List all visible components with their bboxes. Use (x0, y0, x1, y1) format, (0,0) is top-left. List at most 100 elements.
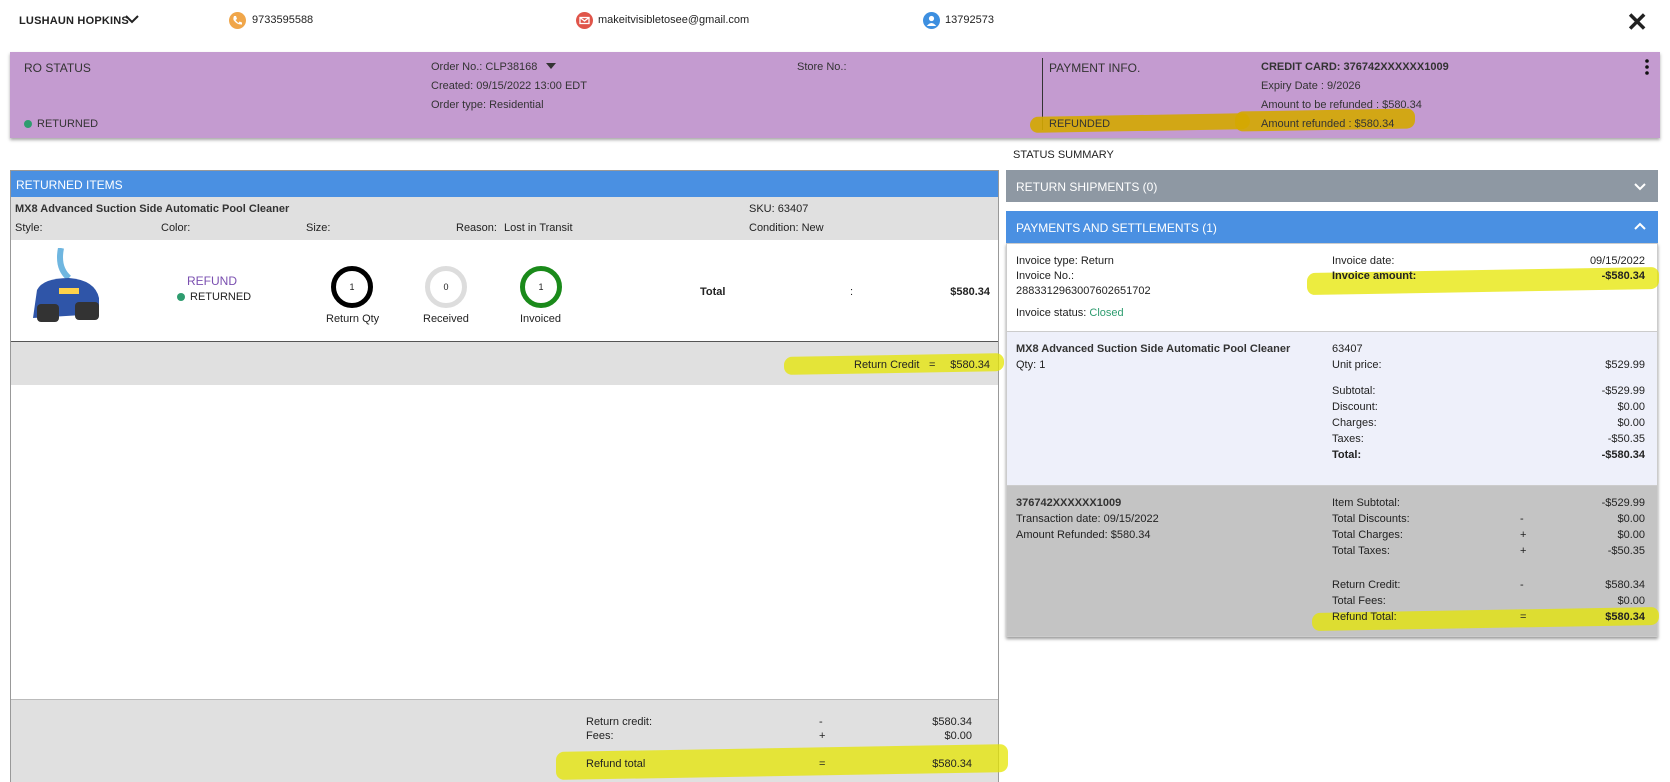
total-charges-op: + (1520, 529, 1527, 541)
charges-value: $0.00 (1617, 417, 1645, 429)
reason: Reason: Lost in Transit (456, 222, 573, 234)
refund-status: RETURNED (177, 291, 251, 303)
invoice-no-value: 2883312963007602651702 (1016, 285, 1151, 297)
taxes-value: -$50.35 (1607, 433, 1645, 445)
customer-name: LUSHAUN HOPKINS (19, 15, 129, 27)
chevron-down-icon[interactable] (1634, 180, 1646, 192)
taxes-label: Taxes: (1332, 433, 1364, 445)
total-value: $580.34 (950, 286, 990, 298)
invoice-item-sku: 63407 (1332, 343, 1363, 355)
invoice-item-qty: Qty: 1 (1016, 359, 1045, 371)
refund-total-value: $580.34 (1605, 611, 1645, 623)
footer-refund-total-label: Refund total (586, 758, 646, 770)
footer-refund-total-value: $580.34 (932, 758, 972, 770)
invoice-status: Invoice status: Closed (1016, 307, 1124, 319)
item-sku: SKU: 63407 (749, 203, 808, 215)
phone-number[interactable]: 9733595588 (252, 14, 313, 26)
color-label: Color: (161, 222, 191, 234)
order-no-value[interactable]: CLP38168 (485, 61, 537, 73)
return-qty-label: Return Qty (326, 313, 380, 325)
email-icon (576, 12, 593, 29)
invoice-status-label: Invoice status: (1016, 307, 1087, 319)
return-credit-row: Return Credit = $580.34 (11, 342, 1004, 385)
expiry-date: Expiry Date : 9/2026 (1261, 80, 1361, 92)
unit-price-value: $529.99 (1605, 359, 1645, 371)
trans-return-credit-value: $580.34 (1605, 579, 1645, 591)
email-address[interactable]: makeitvisibletosee@gmail.com (598, 14, 749, 26)
condition: Condition: New (749, 222, 824, 234)
invoice-item-section: MX8 Advanced Suction Side Automatic Pool… (1007, 332, 1657, 486)
close-icon[interactable]: ✕ (1626, 9, 1648, 35)
received-label: Received (423, 313, 469, 325)
trans-return-credit-op: - (1520, 579, 1524, 591)
qty-value: 1 (1039, 359, 1046, 371)
transaction-card: 376742XXXXXX1009 (1016, 497, 1122, 509)
discount-value: $0.00 (1617, 401, 1645, 413)
phone-icon (229, 12, 246, 29)
payment-info-title: PAYMENT INFO. (1049, 61, 1141, 75)
sku-value: 63407 (777, 203, 809, 215)
payments-settlements-accordion[interactable]: PAYMENTS AND SETTLEMENTS (1) (1006, 211, 1658, 243)
invoiced-ring: 1 (520, 266, 562, 308)
payments-settlements-title: PAYMENTS AND SETTLEMENTS (1) (1016, 221, 1217, 235)
invoice-type-value: Return (1080, 255, 1114, 267)
order-type-label: Order type: (431, 99, 487, 111)
subtotal-value: -$529.99 (1601, 385, 1645, 397)
return-qty-ring: 1 (331, 266, 373, 308)
refund-label: REFUND (187, 274, 237, 288)
invoice-amount-label: Invoice amount: (1332, 270, 1417, 282)
footer-return-credit-op: - (819, 716, 823, 728)
invoice-no-label: Invoice No.: (1016, 270, 1075, 282)
footer-fees-op: + (819, 730, 826, 742)
user-icon (923, 12, 940, 29)
invoice-date-label: Invoice date: (1332, 255, 1395, 267)
invoice-amount-value: -$580.34 (1601, 270, 1645, 282)
ro-status-value: RETURNED (24, 118, 98, 130)
total-colon: : (850, 286, 854, 298)
status-summary-panel: RETURN SHIPMENTS (0) PAYMENTS AND SETTLE… (1006, 170, 1659, 637)
return-credit-value: $580.34 (950, 359, 990, 371)
invoice-status-value: Closed (1089, 307, 1124, 319)
return-credit-eq: = (929, 359, 936, 371)
chevron-up-icon[interactable] (1634, 221, 1646, 233)
return-shipments-title: RETURN SHIPMENTS (0) (1016, 180, 1158, 194)
total-taxes-label: Total Taxes: (1332, 545, 1390, 557)
chevron-down-icon[interactable] (124, 11, 140, 27)
reason-value: Lost in Transit (504, 222, 573, 234)
footer-return-credit-value: $580.34 (932, 716, 972, 728)
order-dropdown-icon[interactable] (546, 62, 557, 70)
store-number: Store No.: (797, 61, 847, 73)
charges-label: Charges: (1332, 417, 1377, 429)
item-total-label: Total: (1332, 449, 1362, 461)
item-subtotal-label: Item Subtotal: (1332, 497, 1400, 509)
item-product-name: MX8 Advanced Suction Side Automatic Pool… (15, 203, 290, 215)
total-taxes-value: -$50.35 (1607, 545, 1645, 557)
footer-fees-value: $0.00 (944, 730, 972, 742)
amount-refunded: Amount refunded : $580.34 (1261, 118, 1395, 130)
order-no-label: Order No.: (431, 61, 483, 73)
status-summary-label: STATUS SUMMARY (1013, 149, 1114, 161)
invoice-date-value: 09/15/2022 (1589, 255, 1645, 267)
total-discounts-op: - (1520, 513, 1524, 525)
received-ring: 0 (425, 266, 467, 308)
refund-total-op: = (1520, 611, 1527, 623)
top-bar: LUSHAUN HOPKINS 9733595588 makeitvisible… (0, 0, 1670, 44)
transaction-section: 376742XXXXXX1009 Transaction date: 09/15… (1007, 486, 1659, 636)
total-discounts-value: $0.00 (1617, 513, 1645, 525)
discount-label: Discount: (1332, 401, 1378, 413)
ro-status-title: RO STATUS (24, 61, 91, 75)
sku-label: SKU: (749, 203, 775, 215)
invoice-section: Invoice type: Return Invoice No.: 288331… (1007, 244, 1659, 332)
subtotal-label: Subtotal: (1332, 385, 1376, 397)
account-id[interactable]: 13792573 (945, 14, 994, 26)
total-charges-value: $0.00 (1617, 529, 1645, 541)
returned-items-header: RETURNED ITEMS (11, 171, 998, 197)
total-label: Total (700, 286, 726, 298)
status-dot-icon (24, 120, 32, 129)
condition-value: New (801, 222, 824, 234)
created-date: Created: 09/15/2022 13:00 EDT (431, 80, 587, 92)
invoice-type: Invoice type: Return (1016, 255, 1114, 267)
return-shipments-accordion[interactable]: RETURN SHIPMENTS (0) (1006, 170, 1658, 202)
more-vert-icon[interactable] (1642, 58, 1652, 76)
total-fees-value: $0.00 (1617, 595, 1645, 607)
